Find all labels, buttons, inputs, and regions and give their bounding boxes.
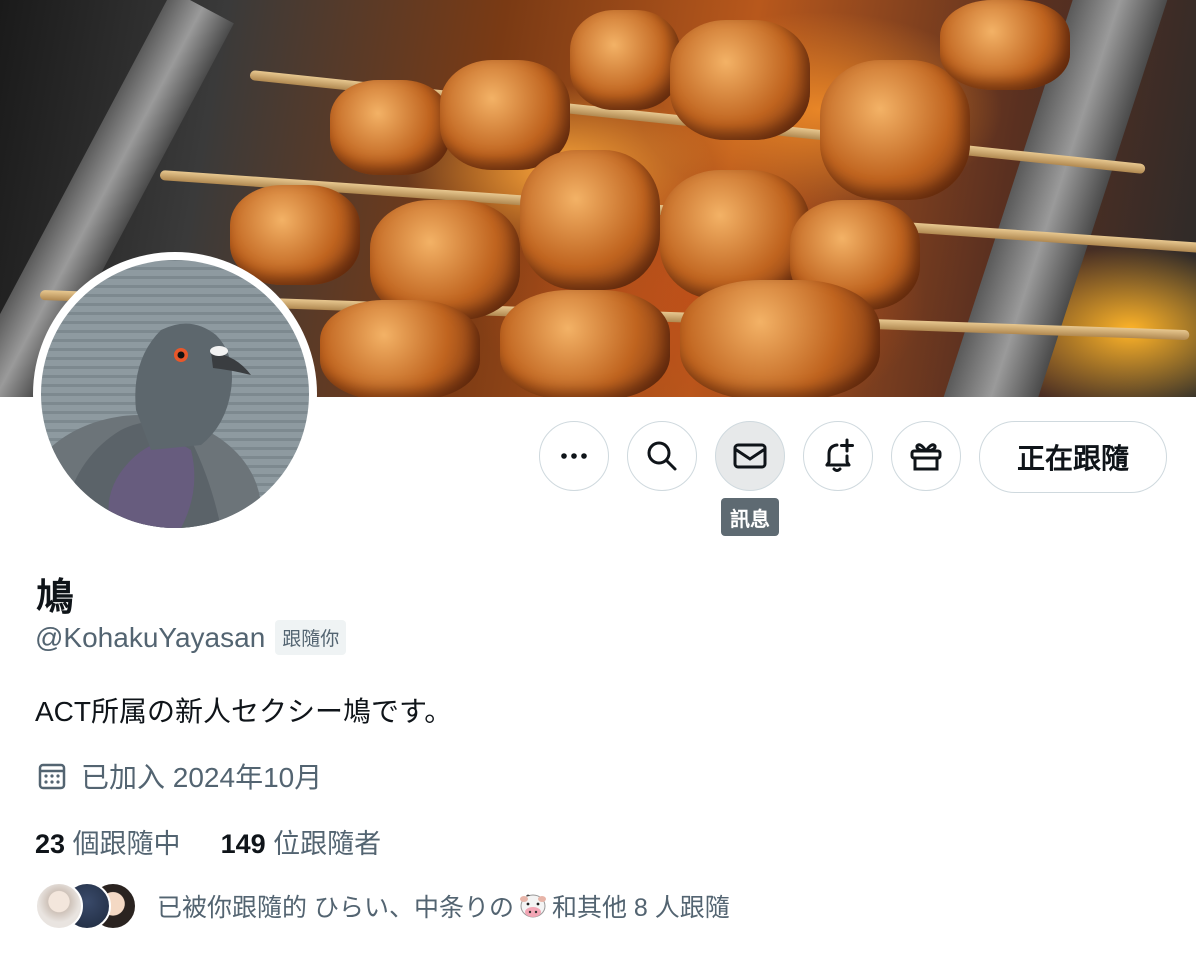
mutual-avatars: [35, 882, 137, 930]
gift-button[interactable]: [891, 421, 961, 491]
followers-you-know-prefix: 已被你跟隨的 ひらい、中条りの: [157, 894, 514, 922]
more-button[interactable]: [539, 421, 609, 491]
banner-meat: [320, 300, 480, 397]
cow-emoji-icon: [519, 894, 546, 918]
followers-you-know[interactable]: 已被你跟隨的 ひらい、中条りの 和其他 8 人跟隨: [35, 882, 730, 930]
mail-icon: [733, 443, 767, 469]
following-stat[interactable]: 23 個跟隨中: [35, 822, 181, 861]
more-icon: [561, 453, 587, 459]
banner-meat: [670, 20, 810, 140]
join-date-text: 已加入 2024年10月: [81, 762, 323, 793]
follows-you-badge: 跟隨你: [275, 620, 347, 655]
join-date: 已加入 2024年10月: [37, 756, 322, 796]
following-count: 23: [35, 829, 66, 859]
follow-stats: 23 個跟隨中 149 位跟隨者: [35, 822, 381, 861]
gift-icon: [910, 443, 942, 471]
following-button[interactable]: 正在跟隨: [979, 421, 1167, 493]
banner-meat: [440, 60, 570, 170]
banner-meat: [820, 60, 970, 200]
followers-you-know-text: 已被你跟隨的 ひらい、中条りの 和其他 8 人跟隨: [157, 888, 730, 924]
pigeon-image: [41, 323, 261, 528]
profile-avatar-frame[interactable]: [33, 252, 317, 536]
banner-meat: [940, 0, 1070, 90]
notifications-button[interactable]: [803, 421, 873, 491]
profile-bio: ACT所属の新人セクシー鳩です。: [35, 696, 453, 727]
banner-meat: [570, 10, 680, 110]
message-button[interactable]: [715, 421, 785, 491]
handle-row: @KohakuYayasan 跟隨你: [35, 620, 347, 655]
followers-label: 位跟隨者: [273, 829, 382, 859]
banner-meat: [230, 185, 360, 285]
avatar[interactable]: [41, 260, 309, 528]
banner-meat: [330, 80, 450, 175]
followers-stat[interactable]: 149 位跟隨者: [221, 822, 382, 861]
search-icon: [647, 441, 677, 471]
mutual-avatar: [35, 882, 83, 930]
user-handle: @KohakuYayasan: [35, 621, 266, 653]
banner-meat: [520, 150, 660, 290]
followers-count: 149: [220, 829, 266, 859]
message-tooltip: 訊息: [721, 498, 779, 536]
search-button[interactable]: [627, 421, 697, 491]
banner-meat: [680, 280, 880, 397]
calendar-icon: [38, 763, 66, 790]
display-name: 鳩: [36, 577, 75, 619]
bell-plus-icon: [825, 438, 854, 472]
banner-meat: [500, 290, 670, 397]
following-label: 個跟隨中: [72, 829, 181, 859]
followers-you-know-suffix: 和其他 8 人跟隨: [551, 894, 730, 922]
